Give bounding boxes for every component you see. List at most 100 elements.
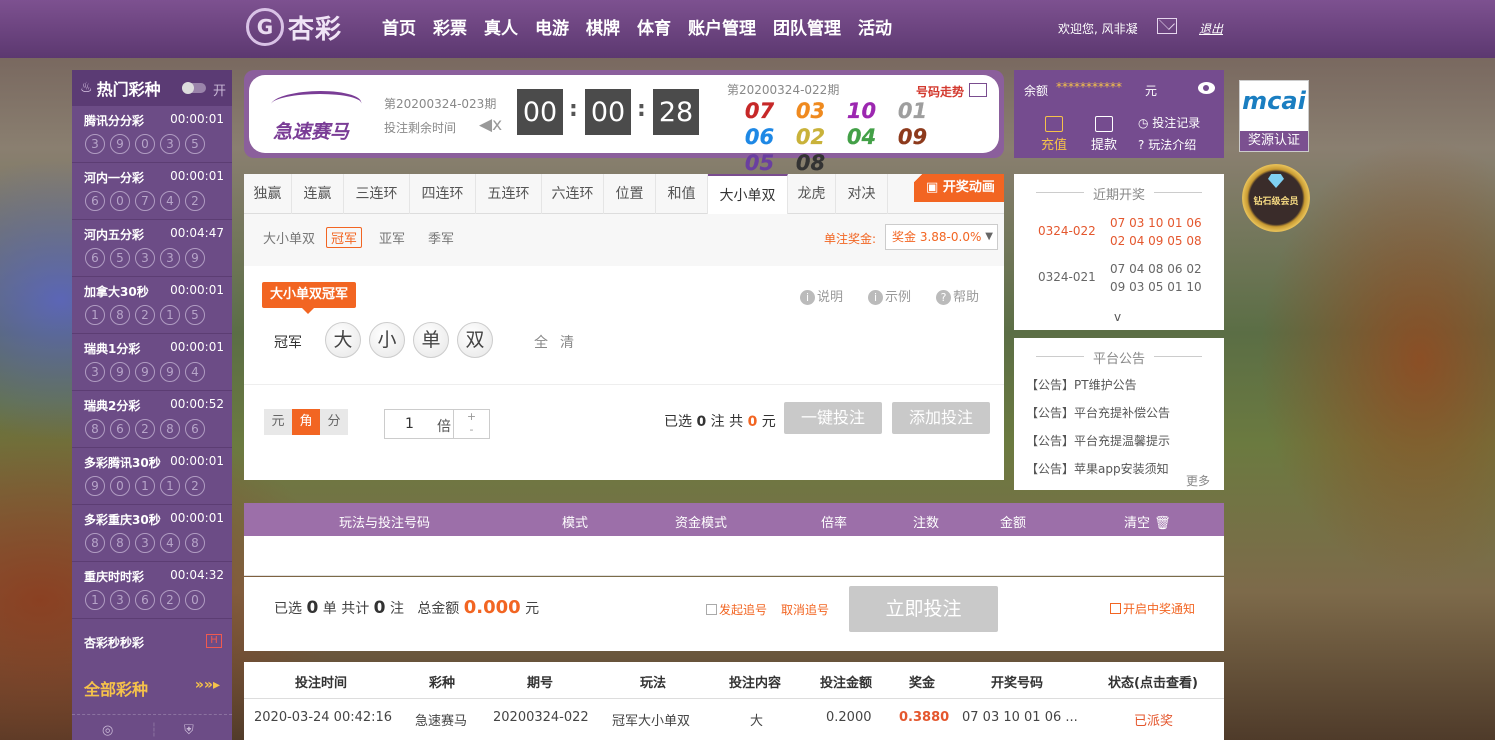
hot-toggle[interactable] xyxy=(182,82,206,94)
notice-item[interactable]: 【公告】平台充提温馨提示 xyxy=(1026,432,1170,449)
tab-play[interactable]: 对决 xyxy=(836,174,888,214)
sidebar-lottery-xingcai[interactable]: 杏彩秒秒彩 H xyxy=(72,628,232,656)
nav-sports[interactable]: 体育 xyxy=(637,14,671,39)
tab-play[interactable]: 连赢 xyxy=(292,174,344,214)
draw-animation-button[interactable]: ▣ 开奖动画 xyxy=(914,174,1004,202)
mode-jiao[interactable]: 角 xyxy=(292,409,320,435)
pick-odd[interactable]: 单 xyxy=(413,322,449,358)
nav-cards[interactable]: 棋牌 xyxy=(586,14,620,39)
colon: : xyxy=(637,97,646,122)
sidebar-lottery-item[interactable]: 腾讯分分彩 00:00:01 39035 xyxy=(72,106,232,163)
nav-lottery[interactable]: 彩票 xyxy=(433,14,467,39)
tab-play[interactable]: 四连环 xyxy=(410,174,476,214)
mute-icon[interactable]: ◀x xyxy=(479,115,502,135)
explain-link[interactable]: i 说明 xyxy=(800,286,843,305)
mode-yuan[interactable]: 元 xyxy=(264,409,292,435)
deposit-button[interactable]: 充值 xyxy=(1034,116,1074,153)
ball: 3 xyxy=(160,248,180,268)
mail-icon[interactable] xyxy=(1157,18,1177,34)
nav-slots[interactable]: 电游 xyxy=(535,14,569,39)
cancel-chase-link[interactable]: 取消追号 xyxy=(781,601,829,618)
logout-link[interactable]: 退出 xyxy=(1199,20,1223,37)
chase-checkbox[interactable]: 发起追号 xyxy=(706,601,767,618)
tab-play-active[interactable]: 大小单双 xyxy=(708,174,788,215)
add-bet-button[interactable]: 添加投注 xyxy=(892,402,990,434)
nav-activity[interactable]: 活动 xyxy=(858,14,892,39)
win-notify-checkbox[interactable]: 开启中奖通知 xyxy=(1110,600,1195,617)
ball: 3 xyxy=(110,590,130,610)
place-bet-button[interactable]: 立即投注 xyxy=(849,586,998,632)
ball: 6 xyxy=(85,248,105,268)
nav-team[interactable]: 团队管理 xyxy=(773,14,841,39)
draw-row[interactable]: 0324-022 07 03 10 01 06 02 04 09 05 08 xyxy=(1014,210,1224,254)
draw-issue: 0324-021 xyxy=(1038,270,1096,284)
nav-account[interactable]: 账户管理 xyxy=(688,14,756,39)
ball: 9 xyxy=(185,248,205,268)
eye-icon[interactable] xyxy=(1198,82,1215,94)
multiple-stepper[interactable]: 1 倍 + - xyxy=(384,409,490,439)
notice-item[interactable]: 【公告】苹果app安装须知 xyxy=(1026,460,1169,477)
prize-select[interactable]: 奖金 3.88-0.0% ▼ xyxy=(885,224,998,250)
subtab[interactable]: 亚军 xyxy=(379,228,405,247)
sidebar-lottery-item[interactable]: 瑞典1分彩 00:00:01 39994 xyxy=(72,334,232,391)
diamond-member-badge[interactable]: 钻石级会员 xyxy=(1242,164,1310,232)
clear-button[interactable]: 清 xyxy=(560,332,574,352)
sidebar-lottery-item[interactable]: 多彩腾讯30秒 00:00:01 90112 xyxy=(72,448,232,505)
sidebar-lottery-item[interactable]: 瑞典2分彩 00:00:52 86286 xyxy=(72,391,232,448)
tab-play[interactable]: 和值 xyxy=(656,174,708,214)
all-lotteries-link[interactable]: 全部彩种 »»▸ xyxy=(72,670,232,704)
pick-even[interactable]: 双 xyxy=(457,322,493,358)
notice-item[interactable]: 【公告】PT维护公告 xyxy=(1026,376,1137,393)
tab-play[interactable]: 三连环 xyxy=(344,174,410,214)
summary-total: 0.000 xyxy=(463,597,521,618)
sidebar-lottery-item[interactable]: 多彩重庆30秒 00:00:01 88348 xyxy=(72,505,232,562)
shield-icon[interactable]: ⛨ xyxy=(184,723,194,738)
example-link[interactable]: i 示例 xyxy=(868,286,911,305)
tab-play[interactable]: 六连环 xyxy=(542,174,604,214)
tab-play[interactable]: 五连环 xyxy=(476,174,542,214)
pick-big[interactable]: 大 xyxy=(325,322,361,358)
bet-records-link[interactable]: ◷ 投注记录 xyxy=(1138,114,1200,131)
subtab[interactable]: 大小单双 xyxy=(263,228,315,247)
notify-label: 开启中奖通知 xyxy=(1123,602,1196,616)
award-certification-badge[interactable]: mcai 奖源认证 xyxy=(1239,80,1309,152)
yen-icon xyxy=(1045,116,1063,132)
sidebar-lottery-item[interactable]: 河内一分彩 00:00:01 60742 xyxy=(72,163,232,220)
ball: 9 xyxy=(135,362,155,382)
notice-item[interactable]: 【公告】平台充提补偿公告 xyxy=(1026,404,1170,421)
draw-row[interactable]: 0324-021 07 04 08 06 02 09 03 05 01 10 xyxy=(1014,256,1224,300)
chart-icon[interactable] xyxy=(969,83,987,97)
tab-play[interactable]: 龙虎 xyxy=(788,174,836,214)
one-click-bet-button[interactable]: 一键投注 xyxy=(784,402,882,434)
nav-live[interactable]: 真人 xyxy=(484,14,518,39)
chevron-down-icon[interactable]: v xyxy=(1114,310,1121,324)
sidebar-lottery-item[interactable]: 加拿大30秒 00:00:01 18215 xyxy=(72,277,232,334)
pick-small[interactable]: 小 xyxy=(369,322,405,358)
mode-fen[interactable]: 分 xyxy=(320,409,348,435)
site-logo[interactable]: G 杏彩 xyxy=(246,6,356,48)
subtab[interactable]: 季军 xyxy=(428,228,454,247)
col-header: 投注金额 xyxy=(820,676,873,691)
nav-home[interactable]: 首页 xyxy=(382,14,416,39)
lottery-countdown: 00:04:32 xyxy=(170,568,224,582)
tab-play[interactable]: 独赢 xyxy=(244,174,292,214)
eye-icon[interactable]: ◎ xyxy=(102,723,113,738)
help-link[interactable]: ? 帮助 xyxy=(936,286,979,305)
diamond-label: 钻石级会员 xyxy=(1253,197,1299,207)
sidebar-lottery-item[interactable]: 重庆时时彩 00:04:32 13620 xyxy=(72,562,232,619)
stepper-buttons[interactable]: + - xyxy=(453,410,489,438)
ball: 6 xyxy=(110,419,130,439)
select-all-button[interactable]: 全 xyxy=(534,332,548,352)
trend-link[interactable]: 号码走势 xyxy=(916,83,964,100)
clear-list-button[interactable]: 清空 🗑 xyxy=(1124,512,1171,531)
rules-link[interactable]: ? 玩法介绍 xyxy=(1138,136,1196,153)
chase-label: 发起追号 xyxy=(719,603,768,617)
sidebar-lottery-item[interactable]: 河内五分彩 00:04:47 65339 xyxy=(72,220,232,277)
tab-play[interactable]: 位置 xyxy=(604,174,656,214)
withdraw-button[interactable]: 提款 xyxy=(1084,116,1124,153)
more-link[interactable]: 更多 xyxy=(1186,472,1211,489)
multiple-value[interactable]: 1 xyxy=(405,416,414,432)
subtab-active[interactable]: 冠军 xyxy=(326,227,363,248)
status-link[interactable]: 已派奖 xyxy=(1134,710,1173,729)
cell: 0.2000 xyxy=(826,710,872,725)
